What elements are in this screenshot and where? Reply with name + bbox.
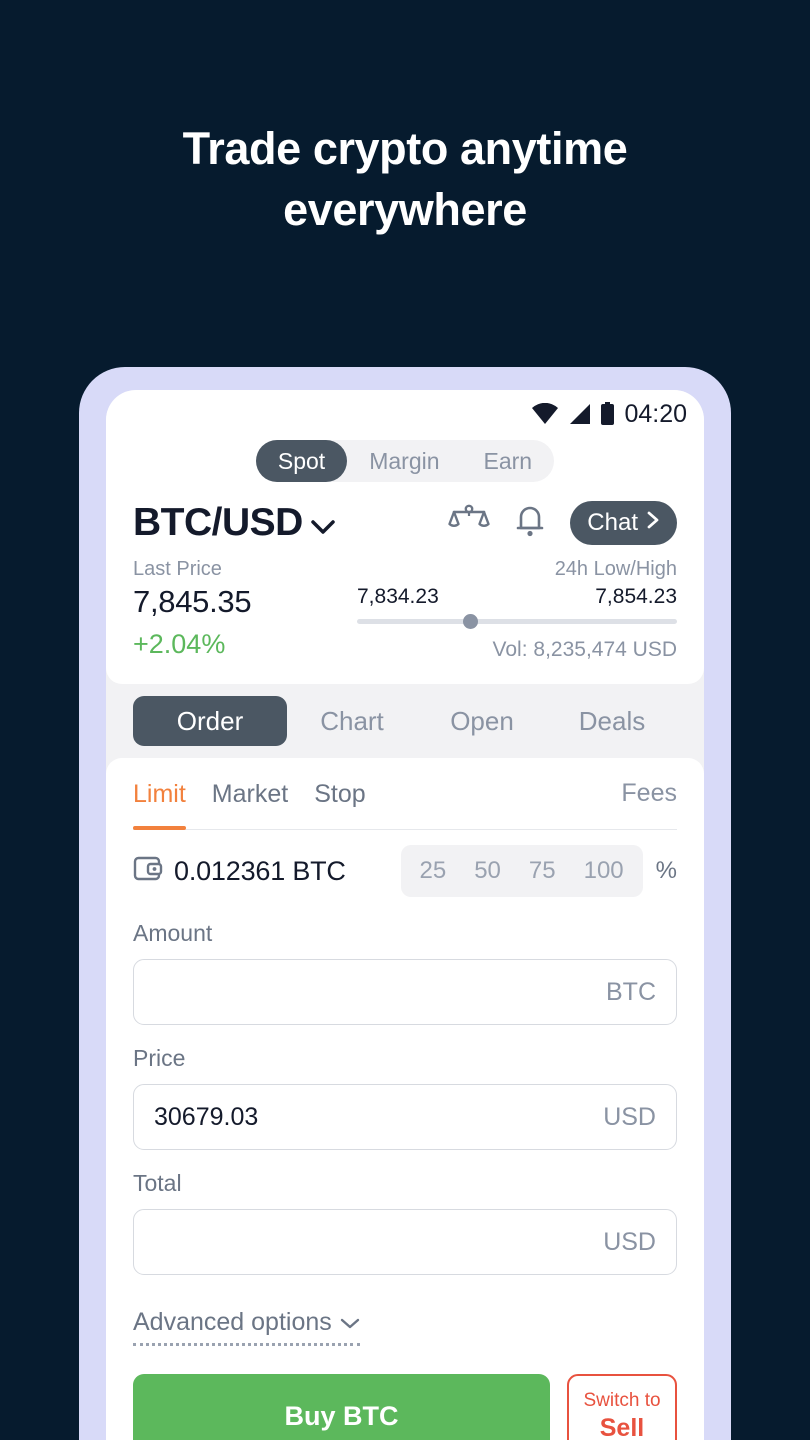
percent-option-100[interactable]: 100 <box>570 857 638 885</box>
promo-screenshot: Trade crypto anytime everywhere 04:20 Sp… <box>0 0 810 1440</box>
price-input[interactable]: 30679.03 USD <box>133 1084 677 1150</box>
chevron-right-icon <box>646 509 660 537</box>
balance-scales-icon[interactable] <box>448 503 490 544</box>
bell-icon[interactable] <box>514 502 546 545</box>
section-tab-order[interactable]: Order <box>133 696 287 746</box>
section-tabs: Order Chart Open Deals <box>106 684 704 758</box>
percent-sign: % <box>655 857 677 884</box>
total-label: Total <box>133 1170 182 1196</box>
segmented-item-earn[interactable]: Earn <box>462 440 555 482</box>
fees-link[interactable]: Fees <box>621 779 677 808</box>
battery-icon <box>600 402 615 426</box>
price-value: 30679.03 <box>154 1102 259 1131</box>
order-form-card: Limit Market Stop Fees 0.012361 BTC 25 5… <box>106 758 704 1440</box>
order-type-limit[interactable]: Limit <box>133 758 186 830</box>
range-label: 24h Low/High <box>554 558 677 580</box>
amount-label: Amount <box>133 920 213 946</box>
range-high: 7,854.23 <box>595 585 677 608</box>
price-range-slider[interactable] <box>357 614 677 629</box>
section-tab-open[interactable]: Open <box>417 696 547 746</box>
chevron-down-icon <box>310 501 336 545</box>
chevron-down-icon <box>340 1308 360 1337</box>
price-block: Last Price 7,845.35 +2.04% 24h Low/High … <box>133 558 677 668</box>
wifi-icon <box>531 403 559 425</box>
status-bar-time: 04:20 <box>624 399 687 428</box>
total-input[interactable]: USD <box>133 1209 677 1275</box>
price-range-thumb[interactable] <box>462 614 478 629</box>
volume-label: Vol: 8,235,474 USD <box>492 638 677 661</box>
phone-screen: 04:20 Spot Margin Earn BTC/USD Chat Last… <box>106 390 704 1440</box>
available-balance-value: 0.012361 BTC <box>174 855 346 886</box>
section-tab-deals[interactable]: Deals <box>547 696 677 746</box>
order-actions: Buy BTC Switch to Sell <box>133 1374 677 1440</box>
last-price-label: Last Price <box>133 558 222 580</box>
range-values: 7,834.23 7,854.23 <box>357 585 677 609</box>
promo-headline: Trade crypto anytime everywhere <box>0 118 810 240</box>
order-type-stop[interactable]: Stop <box>314 758 365 830</box>
phone-frame: 04:20 Spot Margin Earn BTC/USD Chat Last… <box>79 367 731 1440</box>
wallet-icon <box>133 854 163 889</box>
segmented-item-margin[interactable]: Margin <box>347 440 461 482</box>
price-unit: USD <box>603 1102 656 1131</box>
headline-line-2: everywhere <box>283 184 527 235</box>
advanced-options-toggle[interactable]: Advanced options <box>133 1308 360 1346</box>
percent-option-25[interactable]: 25 <box>406 857 461 885</box>
amount-unit: BTC <box>606 977 656 1006</box>
amount-input[interactable]: BTC <box>133 959 677 1025</box>
switch-to-sell-button[interactable]: Switch to Sell <box>567 1374 677 1440</box>
headline-line-1: Trade crypto anytime <box>182 123 628 174</box>
pair-actions: Chat <box>448 501 677 545</box>
percent-selector: 25 50 75 100 % <box>400 845 677 897</box>
status-bar: 04:20 <box>106 390 704 438</box>
last-price-value: 7,845.35 <box>133 584 252 619</box>
switch-label-line2: Sell <box>599 1413 645 1440</box>
market-mode-segmented: Spot Margin Earn <box>133 438 677 482</box>
segmented-item-spot[interactable]: Spot <box>255 440 348 482</box>
market-header-card: Spot Margin Earn BTC/USD Chat Last Price… <box>106 438 704 684</box>
advanced-options-label: Advanced options <box>133 1308 332 1336</box>
range-group: 24h Low/High 7,834.23 7,854.23 Vol: 8,23… <box>357 558 677 662</box>
percent-option-50[interactable]: 50 <box>460 857 515 885</box>
switch-label-line1: Switch to <box>583 1390 661 1411</box>
percent-option-75[interactable]: 75 <box>515 857 570 885</box>
chat-button[interactable]: Chat <box>570 501 677 545</box>
buy-button[interactable]: Buy BTC <box>133 1374 550 1440</box>
pair-label: BTC/USD <box>133 501 303 544</box>
order-type-market[interactable]: Market <box>212 758 288 830</box>
price-change-value: +2.04% <box>133 629 226 659</box>
pair-header-row: BTC/USD Chat <box>133 498 677 548</box>
order-type-tabs: Limit Market Stop Fees <box>133 758 677 830</box>
last-price-group: Last Price 7,845.35 +2.04% <box>133 558 363 660</box>
available-balance-row: 0.012361 BTC 25 50 75 100 % <box>133 830 677 912</box>
range-low: 7,834.23 <box>357 585 439 608</box>
price-label: Price <box>133 1045 186 1071</box>
cellular-signal-icon <box>568 403 591 425</box>
section-tab-chart[interactable]: Chart <box>287 696 417 746</box>
pair-selector[interactable]: BTC/USD <box>133 501 336 545</box>
total-unit: USD <box>603 1227 656 1256</box>
chat-button-label: Chat <box>587 509 638 536</box>
